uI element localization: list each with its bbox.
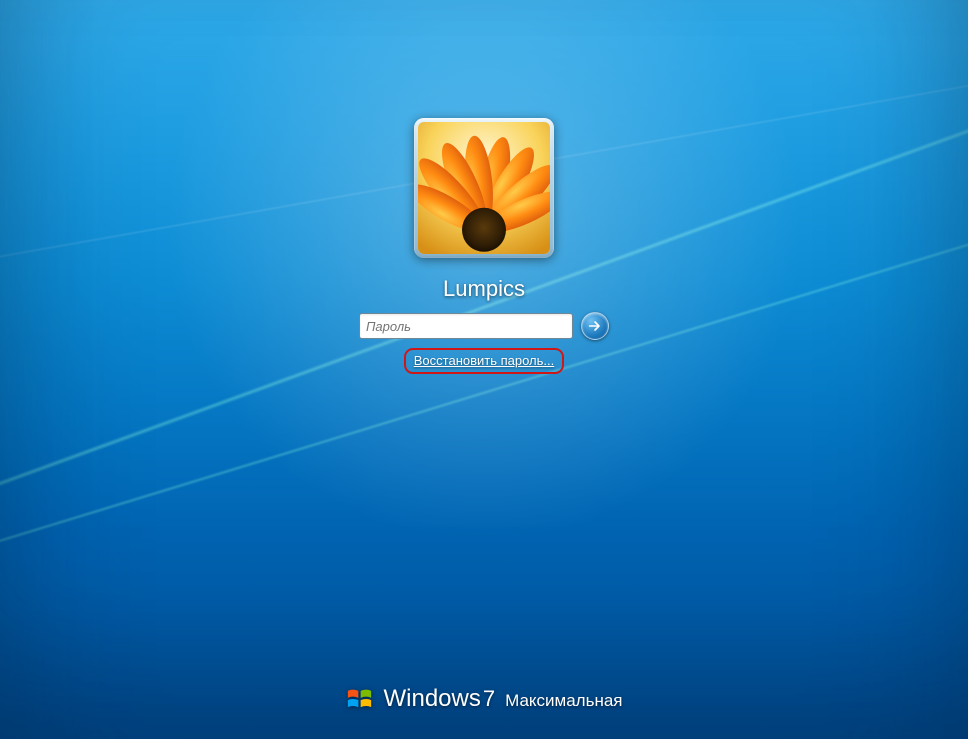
submit-button[interactable] [581,312,609,340]
orange-flower-icon [418,122,550,254]
reset-password-link[interactable]: Восстановить пароль... [414,353,555,368]
brand-edition: Максимальная [505,691,622,711]
user-avatar-frame [414,118,554,258]
user-avatar [418,122,550,254]
login-screen: Lumpics Восстановить пароль... [0,0,968,739]
windows-logo-icon [345,685,373,713]
password-input[interactable] [359,313,573,339]
login-panel: Lumpics Восстановить пароль... [334,118,634,374]
brand-version: 7 [483,686,495,712]
username-label: Lumpics [443,276,525,302]
brand-product: Windows [383,685,480,713]
branding-bar: Windows 7 Максимальная [345,685,622,713]
reset-password-highlight: Восстановить пароль... [404,348,565,374]
brand-text: Windows 7 Максимальная [383,685,622,713]
arrow-right-icon [587,318,603,334]
password-row [359,312,609,340]
